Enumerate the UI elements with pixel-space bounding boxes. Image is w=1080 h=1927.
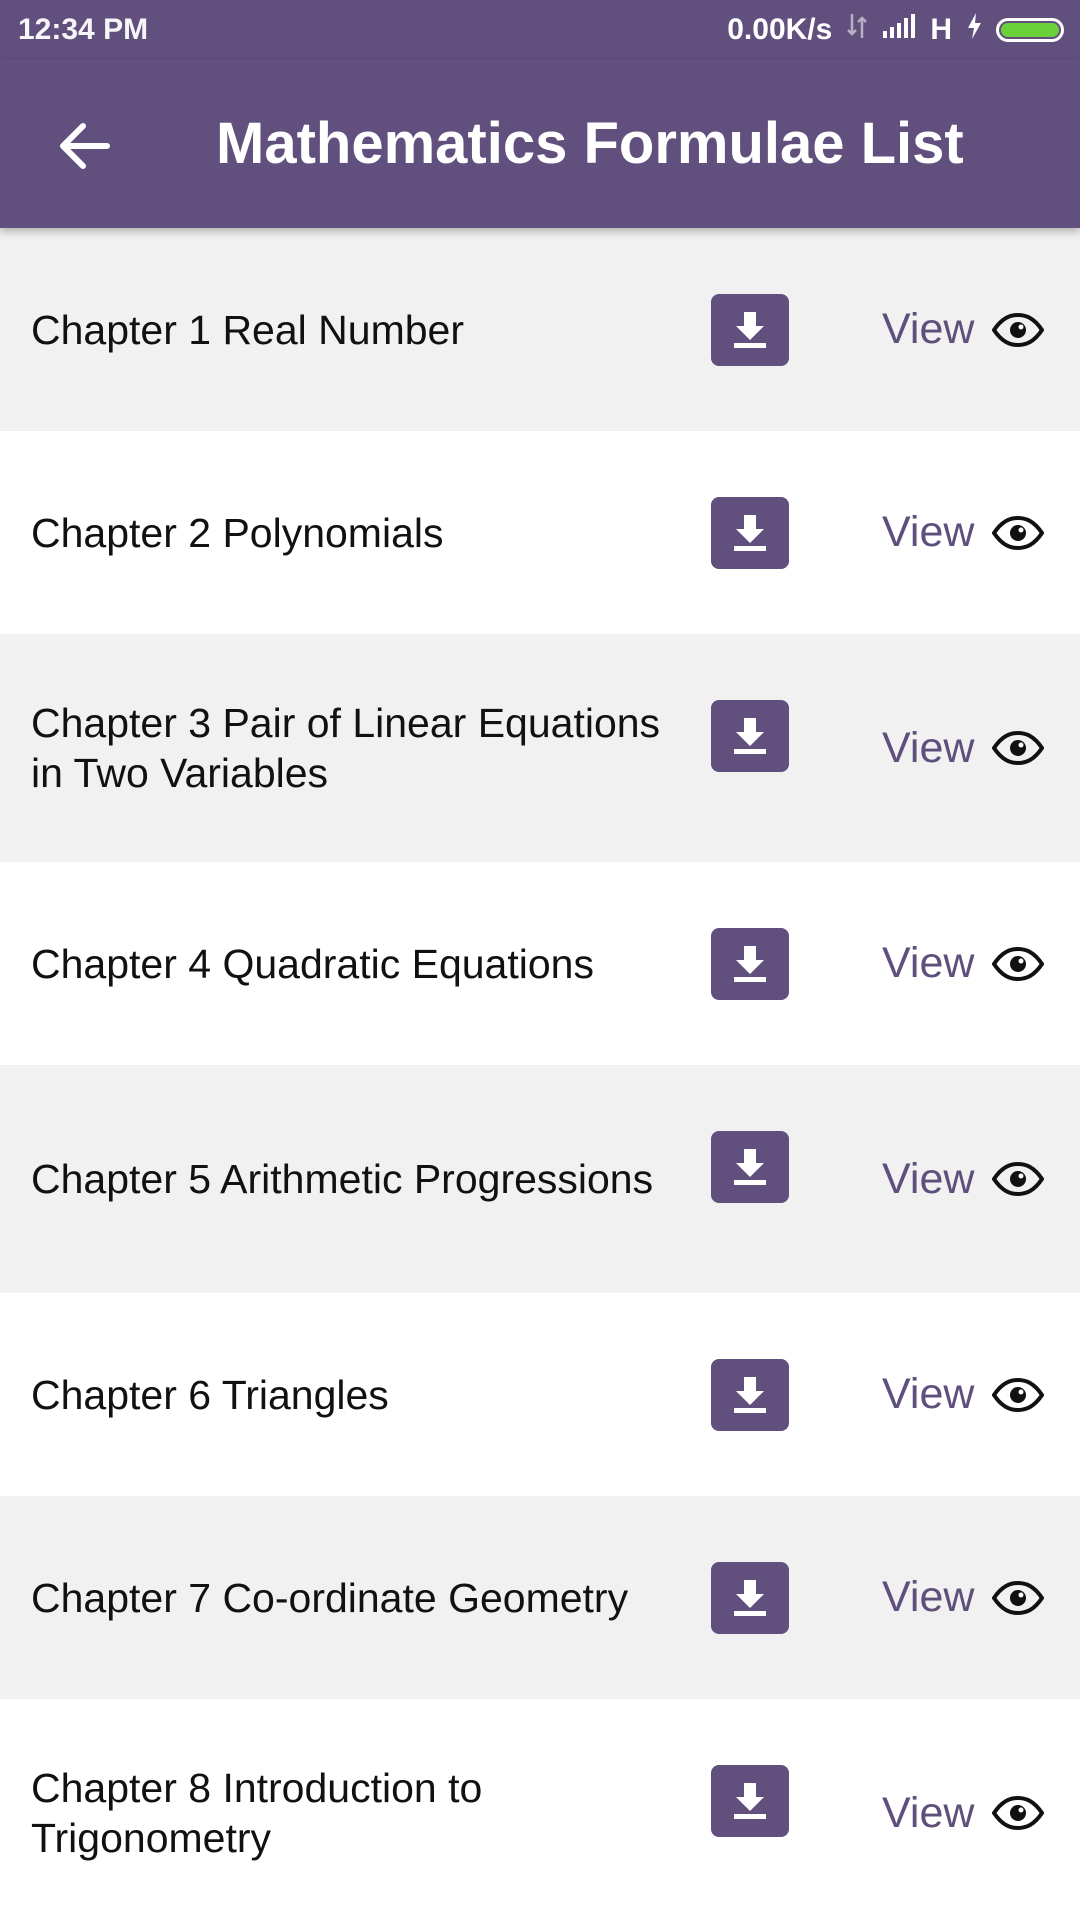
chapter-row[interactable]: Chapter 4 Quadratic Equations View	[0, 862, 1080, 1065]
view-button[interactable]: View	[882, 508, 1045, 557]
chapter-row[interactable]: Chapter 7 Co-ordinate Geometry View	[0, 1496, 1080, 1699]
chapter-title: Chapter 6 Triangles	[31, 1371, 389, 1418]
download-icon	[734, 1783, 766, 1819]
eye-icon	[992, 731, 1045, 765]
eye-icon	[992, 1162, 1045, 1196]
view-label: View	[882, 305, 975, 353]
download-icon	[734, 1376, 766, 1413]
chapter-row[interactable]: Chapter 5 Arithmetic Progressions View	[0, 1065, 1080, 1293]
chapter-title: Chapter 8 Introduction to Trigonometry	[31, 1765, 483, 1861]
download-button[interactable]	[711, 1131, 789, 1203]
chapter-row[interactable]: Chapter 2 Polynomials View	[0, 431, 1080, 634]
view-label: View	[882, 508, 975, 556]
view-label: View	[882, 1573, 975, 1621]
eye-icon	[992, 515, 1045, 550]
view-button[interactable]: View	[882, 939, 1045, 988]
eye-icon	[992, 946, 1045, 981]
chapter-title: Chapter 5 Arithmetic Progressions	[31, 1156, 654, 1202]
chapter-list: Chapter 1 Real Number View Chapter 2 Pol…	[0, 228, 1080, 1927]
data-transfer-icon	[846, 12, 868, 48]
view-button[interactable]: View	[882, 1154, 1045, 1204]
download-button[interactable]	[711, 700, 789, 772]
view-button[interactable]: View	[882, 1788, 1045, 1838]
network-type: H	[930, 13, 952, 46]
chapter-row[interactable]: Chapter 6 Triangles View	[0, 1293, 1080, 1496]
download-button[interactable]	[711, 1561, 789, 1634]
chapter-row[interactable]: Chapter 3 Pair of Linear Equations in Tw…	[0, 634, 1080, 862]
eye-icon	[992, 312, 1045, 347]
back-button[interactable]	[44, 106, 124, 186]
view-label: View	[882, 723, 975, 772]
download-icon	[734, 514, 766, 551]
chapter-row[interactable]: Chapter 8 Introduction to Trigonometry V…	[0, 1699, 1080, 1927]
view-button[interactable]: View	[882, 1370, 1045, 1419]
chapter-title: Chapter 1 Real Number	[31, 306, 464, 353]
page-title: Mathematics Formulae List	[216, 111, 964, 176]
download-button[interactable]	[711, 496, 789, 569]
download-button[interactable]	[711, 927, 789, 1000]
download-icon	[734, 718, 766, 754]
view-label: View	[882, 1154, 975, 1203]
view-button[interactable]: View	[882, 723, 1045, 773]
eye-icon	[992, 1377, 1045, 1412]
download-icon	[734, 945, 766, 982]
download-icon	[734, 1149, 766, 1185]
download-button[interactable]	[711, 293, 789, 366]
net-speed: 0.00K/s	[727, 13, 833, 46]
chapter-title: Chapter 3 Pair of Linear Equations in Tw…	[31, 700, 661, 796]
status-icons: 0.00K/s H	[727, 12, 1064, 48]
eye-icon	[992, 1580, 1045, 1615]
view-label: View	[882, 939, 975, 987]
view-label: View	[882, 1788, 975, 1837]
arrow-back-icon	[60, 123, 110, 169]
chapter-title: Chapter 2 Polynomials	[31, 509, 444, 556]
battery-icon	[996, 18, 1064, 42]
view-button[interactable]: View	[882, 305, 1045, 354]
download-icon	[734, 311, 766, 348]
eye-icon	[992, 1796, 1045, 1830]
chapter-title: Chapter 7 Co-ordinate Geometry	[31, 1574, 629, 1621]
download-button[interactable]	[711, 1358, 789, 1431]
status-bar: 12:34 PM 0.00K/s H	[0, 0, 1080, 60]
download-button[interactable]	[711, 1765, 789, 1837]
view-button[interactable]: View	[882, 1573, 1045, 1622]
charging-icon	[966, 12, 982, 48]
chapter-title: Chapter 4 Quadratic Equations	[31, 940, 594, 987]
view-label: View	[882, 1370, 975, 1418]
download-icon	[734, 1579, 766, 1616]
app-bar: Mathematics Formulae List	[0, 60, 1080, 228]
status-time: 12:34 PM	[18, 13, 149, 46]
chapter-row[interactable]: Chapter 1 Real Number View	[0, 228, 1080, 431]
signal-icon	[882, 13, 916, 47]
